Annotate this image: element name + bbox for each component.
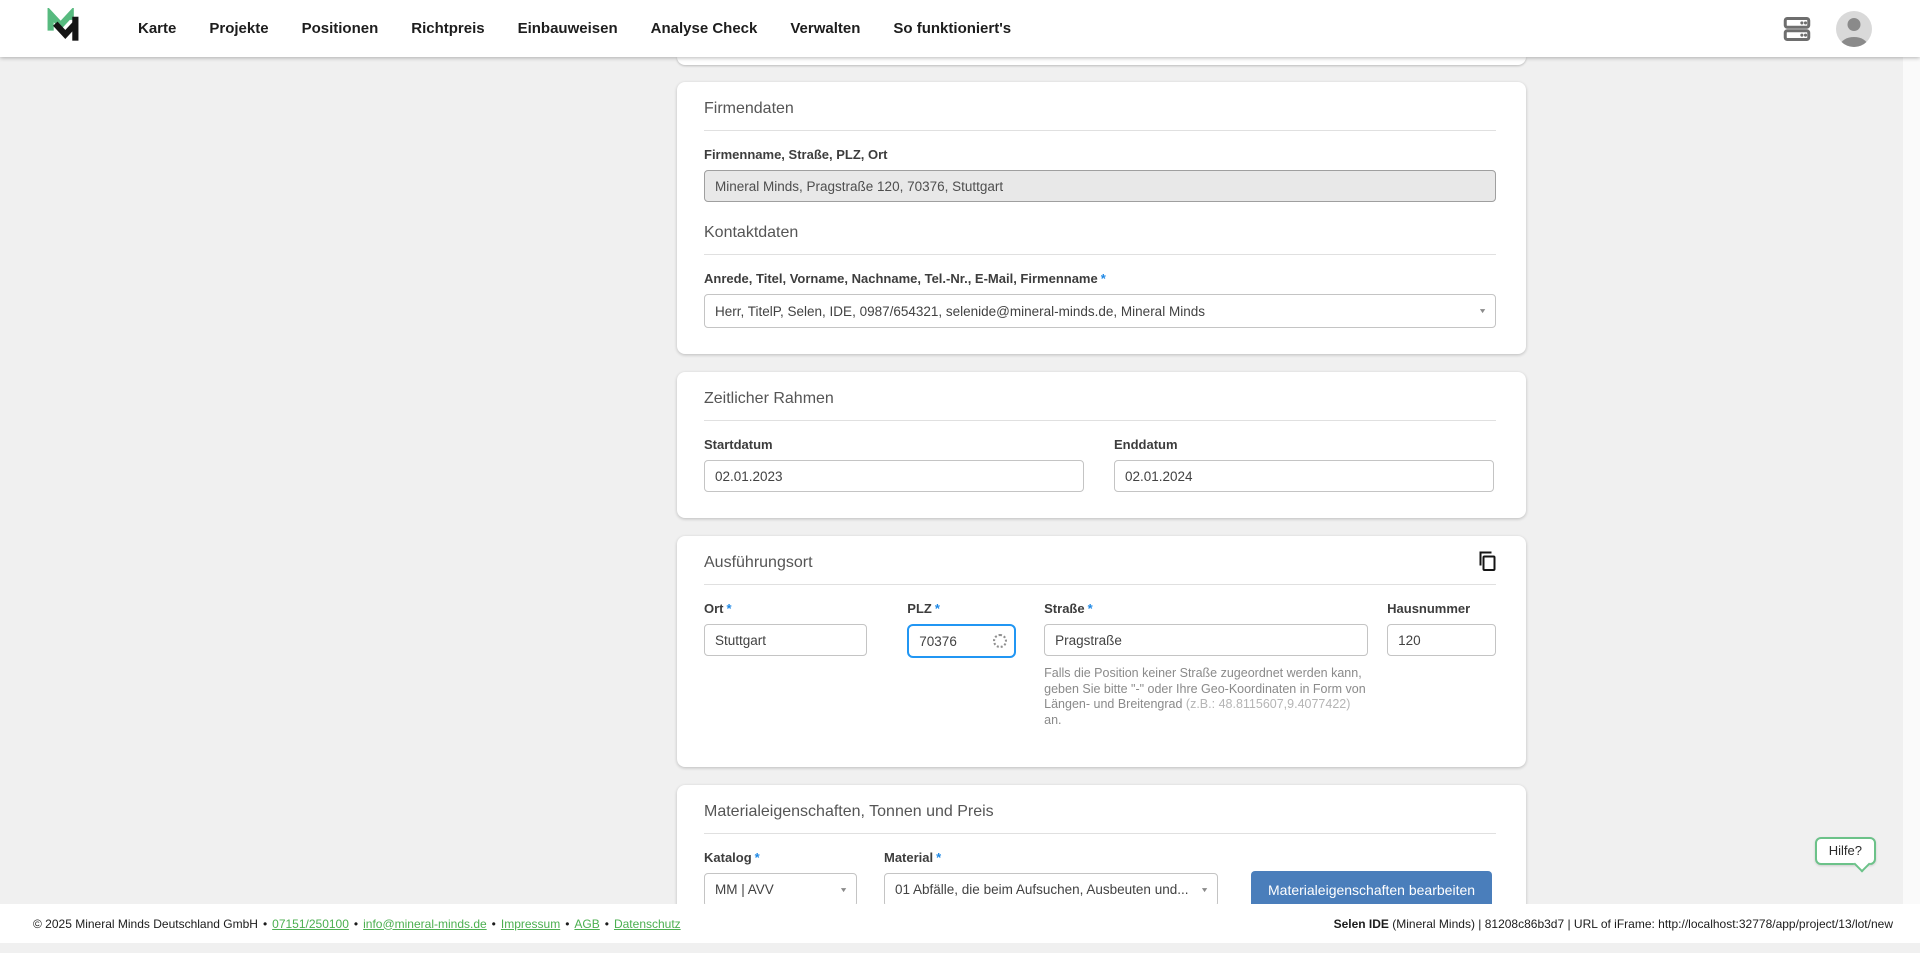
footer-link-datenschutz[interactable]: Datenschutz (614, 917, 681, 931)
nav-item-einbauweisen[interactable]: Einbauweisen (518, 20, 618, 37)
nav-item-positionen[interactable]: Positionen (302, 20, 379, 37)
ort-input[interactable] (704, 624, 867, 656)
nav-right-actions (1782, 11, 1872, 47)
enddatum-input[interactable] (1114, 460, 1494, 492)
card-firmendaten-kontaktdaten: Firmendaten Firmenname, Straße, PLZ, Ort… (677, 82, 1526, 354)
chevron-down-icon: ▼ (839, 885, 848, 893)
footer-link-email[interactable]: info@mineral-minds.de (363, 917, 487, 931)
footer-link-impressum[interactable]: Impressum (501, 917, 560, 931)
form-content: Firmendaten Firmenname, Straße, PLZ, Ort… (677, 57, 1526, 953)
firmenname-input (704, 170, 1496, 202)
user-avatar[interactable] (1836, 11, 1872, 47)
main-menu: Karte Projekte Positionen Richtpreis Ein… (138, 20, 1011, 37)
startdatum-label: Startdatum (704, 437, 1084, 452)
avatar-person-icon (1848, 18, 1861, 31)
card-zeitlicher-rahmen: Zeitlicher Rahmen Startdatum Enddatum (677, 372, 1526, 518)
mineral-minds-logo-icon (46, 8, 80, 49)
nav-item-so-funktionierts[interactable]: So funktioniert's (893, 20, 1011, 37)
nav-item-karte[interactable]: Karte (138, 20, 176, 37)
copyright-text: © 2025 Mineral Minds Deutschland GmbH (33, 917, 258, 931)
scrollbar-track[interactable] (1903, 0, 1920, 943)
help-button[interactable]: Hilfe? (1815, 837, 1876, 865)
strasse-label: Straße* (1044, 601, 1368, 616)
footer-link-agb[interactable]: AGB (574, 917, 599, 931)
zeitraum-title: Zeitlicher Rahmen (704, 390, 1496, 408)
ausfuehrungsort-title: Ausführungsort (704, 554, 1496, 572)
hausnummer-input[interactable] (1387, 624, 1496, 656)
material-title: Materialeigenschaften, Tonnen und Preis (704, 803, 1496, 821)
session-app-name: Selen IDE (1334, 917, 1389, 931)
strasse-input[interactable] (1044, 624, 1368, 656)
material-select[interactable]: 01 Abfälle, die beim Aufsuchen, Ausbeute… (884, 873, 1218, 907)
enddatum-label: Enddatum (1114, 437, 1494, 452)
strasse-helper-text: Falls die Position keiner Straße zugeord… (1044, 666, 1368, 728)
chevron-down-icon: ▼ (1478, 307, 1487, 315)
nav-item-verwalten[interactable]: Verwalten (790, 20, 860, 37)
footer-link-phone[interactable]: 07151/250100 (272, 917, 349, 931)
hausnummer-label: Hausnummer (1387, 601, 1496, 616)
chevron-down-icon: ▼ (1200, 885, 1209, 893)
katalog-label: Katalog* (704, 850, 857, 865)
required-marker: * (1101, 271, 1106, 286)
footer-session-info: Selen IDE (Mineral Minds) | 81208c86b3d7… (1334, 917, 1893, 931)
ort-label: Ort* (704, 601, 867, 616)
footer: © 2025 Mineral Minds Deutschland GmbH•07… (0, 904, 1920, 943)
copy-icon[interactable] (1474, 548, 1500, 574)
kontakt-label: Anrede, Titel, Vorname, Nachname, Tel.-N… (704, 271, 1496, 286)
kontakt-select-value: Herr, TitelP, Selen, IDE, 0987/654321, s… (715, 304, 1205, 319)
kontaktdaten-title: Kontaktdaten (704, 224, 1496, 242)
nav-item-analyse-check[interactable]: Analyse Check (651, 20, 758, 37)
nav-item-projekte[interactable]: Projekte (209, 20, 268, 37)
footer-left: © 2025 Mineral Minds Deutschland GmbH•07… (33, 917, 681, 931)
startdatum-input[interactable] (704, 460, 1084, 492)
session-details: (Mineral Minds) | 81208c86b3d7 | URL of … (1389, 917, 1893, 931)
brand-logo[interactable] (46, 8, 80, 49)
kontakt-select[interactable]: Herr, TitelP, Selen, IDE, 0987/654321, s… (704, 294, 1496, 328)
materialeigenschaften-bearbeiten-button[interactable]: Materialeigenschaften bearbeiten (1251, 871, 1492, 909)
server-icon[interactable] (1782, 14, 1812, 44)
previous-card-edge (677, 57, 1526, 65)
firmenname-label: Firmenname, Straße, PLZ, Ort (704, 147, 1496, 162)
top-navigation: Karte Projekte Positionen Richtpreis Ein… (0, 0, 1920, 57)
plz-label: PLZ* (907, 601, 1016, 616)
nav-item-richtpreis[interactable]: Richtpreis (411, 20, 484, 37)
card-ausfuehrungsort: Ausführungsort Ort* PLZ* Straße* (677, 536, 1526, 767)
katalog-select[interactable]: MM | AVV ▼ (704, 873, 857, 907)
material-label: Material* (884, 850, 1218, 865)
firmendaten-title: Firmendaten (704, 100, 1496, 118)
